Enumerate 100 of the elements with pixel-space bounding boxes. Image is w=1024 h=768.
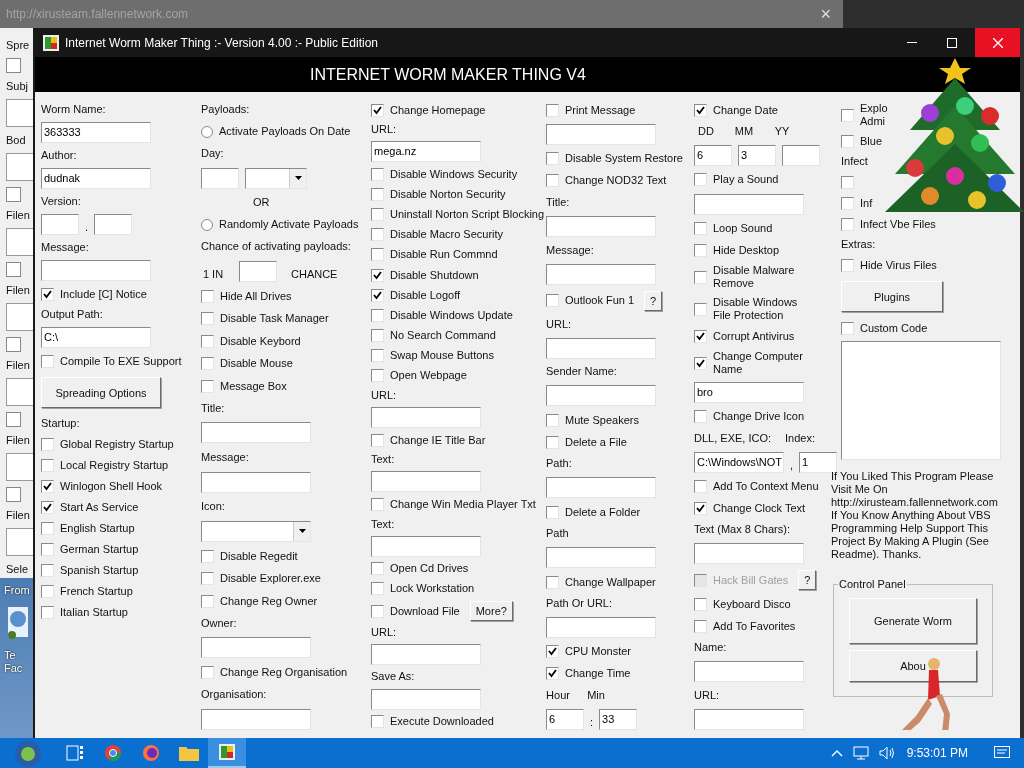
- checkbox[interactable]: [371, 103, 384, 117]
- checkbox[interactable]: [546, 294, 559, 308]
- checkbox[interactable]: [6, 487, 21, 502]
- checkbox[interactable]: [6, 337, 21, 352]
- text-field[interactable]: 363333: [41, 122, 151, 143]
- checkbox[interactable]: [371, 288, 384, 302]
- checkbox[interactable]: [41, 500, 54, 514]
- text-field[interactable]: [546, 263, 656, 285]
- dropdown[interactable]: [201, 520, 311, 542]
- checkbox[interactable]: [694, 329, 707, 343]
- checkbox[interactable]: [371, 582, 384, 596]
- checkbox[interactable]: [694, 103, 707, 117]
- text-field[interactable]: [694, 660, 804, 682]
- text-field[interactable]: [371, 644, 481, 666]
- checkbox[interactable]: [6, 58, 21, 73]
- chevron-up-icon[interactable]: [830, 749, 843, 757]
- text-field[interactable]: [546, 215, 656, 237]
- checkbox[interactable]: [694, 619, 707, 633]
- checkbox[interactable]: [201, 549, 214, 563]
- checkbox[interactable]: [41, 542, 54, 556]
- checkbox[interactable]: [694, 270, 707, 284]
- text-field[interactable]: [694, 193, 804, 215]
- checkbox[interactable]: [41, 605, 54, 619]
- checkbox[interactable]: [546, 103, 559, 117]
- checkbox[interactable]: [201, 289, 214, 303]
- checkbox[interactable]: [6, 187, 21, 202]
- text-field[interactable]: [546, 123, 656, 145]
- text-field[interactable]: [41, 214, 79, 235]
- checkbox[interactable]: [371, 604, 384, 618]
- checkbox[interactable]: [371, 369, 384, 383]
- speaker-icon[interactable]: [878, 746, 897, 760]
- text-field[interactable]: [371, 406, 481, 428]
- checkbox[interactable]: [546, 667, 559, 681]
- checkbox[interactable]: [546, 575, 559, 589]
- text-field[interactable]: [201, 471, 311, 493]
- checkbox[interactable]: [371, 715, 384, 729]
- checkbox[interactable]: [546, 645, 559, 659]
- text-field[interactable]: [546, 616, 656, 638]
- text-field[interactable]: mega.nz: [371, 141, 481, 163]
- checkbox[interactable]: [371, 308, 384, 322]
- text-field[interactable]: 3: [738, 144, 776, 166]
- clock-text[interactable]: 9:53:01 PM: [906, 746, 968, 760]
- text-field[interactable]: 6: [546, 708, 584, 730]
- text-field[interactable]: C:\: [41, 327, 151, 348]
- checkbox[interactable]: [371, 497, 384, 511]
- text-field[interactable]: 1: [799, 451, 838, 473]
- action-button[interactable]: Generate Worm: [849, 598, 977, 644]
- checkbox[interactable]: [371, 188, 384, 201]
- text-field[interactable]: [694, 543, 804, 565]
- checkbox[interactable]: [694, 356, 707, 370]
- checkbox[interactable]: [201, 666, 214, 680]
- checkbox[interactable]: [694, 480, 707, 494]
- checkbox[interactable]: [841, 321, 854, 335]
- text-field[interactable]: [201, 637, 311, 659]
- text-field[interactable]: 33: [599, 708, 638, 730]
- checkbox[interactable]: [371, 349, 384, 362]
- checkbox[interactable]: [841, 134, 854, 148]
- text-field[interactable]: bro: [694, 381, 804, 403]
- app-icon[interactable]: [208, 738, 246, 768]
- notification-icon[interactable]: [994, 746, 1010, 760]
- text-field[interactable]: dudnak: [41, 168, 151, 189]
- checkbox[interactable]: [41, 458, 54, 472]
- checkbox[interactable]: [371, 228, 384, 242]
- dropdown[interactable]: [245, 167, 307, 189]
- checkbox[interactable]: [371, 268, 384, 282]
- text-field[interactable]: [239, 260, 277, 282]
- close-button[interactable]: ×: [820, 3, 831, 25]
- text-field[interactable]: [546, 337, 656, 359]
- text-field[interactable]: [694, 708, 804, 730]
- checkbox[interactable]: [841, 258, 854, 272]
- checkbox[interactable]: [371, 167, 384, 181]
- checkbox[interactable]: [41, 584, 54, 598]
- checkbox[interactable]: [41, 479, 54, 493]
- action-button[interactable]: Spreading Options: [41, 377, 161, 408]
- help-button[interactable]: More?: [469, 601, 513, 621]
- checkbox[interactable]: [201, 334, 214, 348]
- text-field[interactable]: [371, 688, 481, 710]
- text-field[interactable]: [201, 167, 239, 189]
- checkbox[interactable]: [546, 435, 559, 449]
- radio-button[interactable]: [201, 125, 213, 138]
- checkbox[interactable]: [201, 312, 214, 326]
- checkbox[interactable]: [546, 505, 559, 519]
- checkbox[interactable]: [201, 572, 214, 586]
- checkbox[interactable]: [841, 108, 854, 122]
- checkbox[interactable]: [371, 248, 384, 262]
- checkbox[interactable]: [41, 521, 54, 535]
- text-field[interactable]: [41, 260, 151, 281]
- text-field[interactable]: [201, 422, 311, 444]
- checkbox[interactable]: [546, 413, 559, 427]
- checkbox[interactable]: [201, 594, 214, 608]
- checkbox[interactable]: [201, 379, 214, 393]
- checkbox[interactable]: [371, 562, 384, 576]
- action-button[interactable]: Plugins: [841, 281, 943, 312]
- checkbox[interactable]: [841, 196, 854, 210]
- text-field[interactable]: [371, 535, 481, 557]
- text-field[interactable]: [94, 214, 133, 235]
- close-button[interactable]: [975, 28, 1020, 57]
- checkbox[interactable]: [371, 433, 384, 447]
- network-icon[interactable]: [852, 746, 869, 760]
- checkbox[interactable]: [694, 597, 707, 611]
